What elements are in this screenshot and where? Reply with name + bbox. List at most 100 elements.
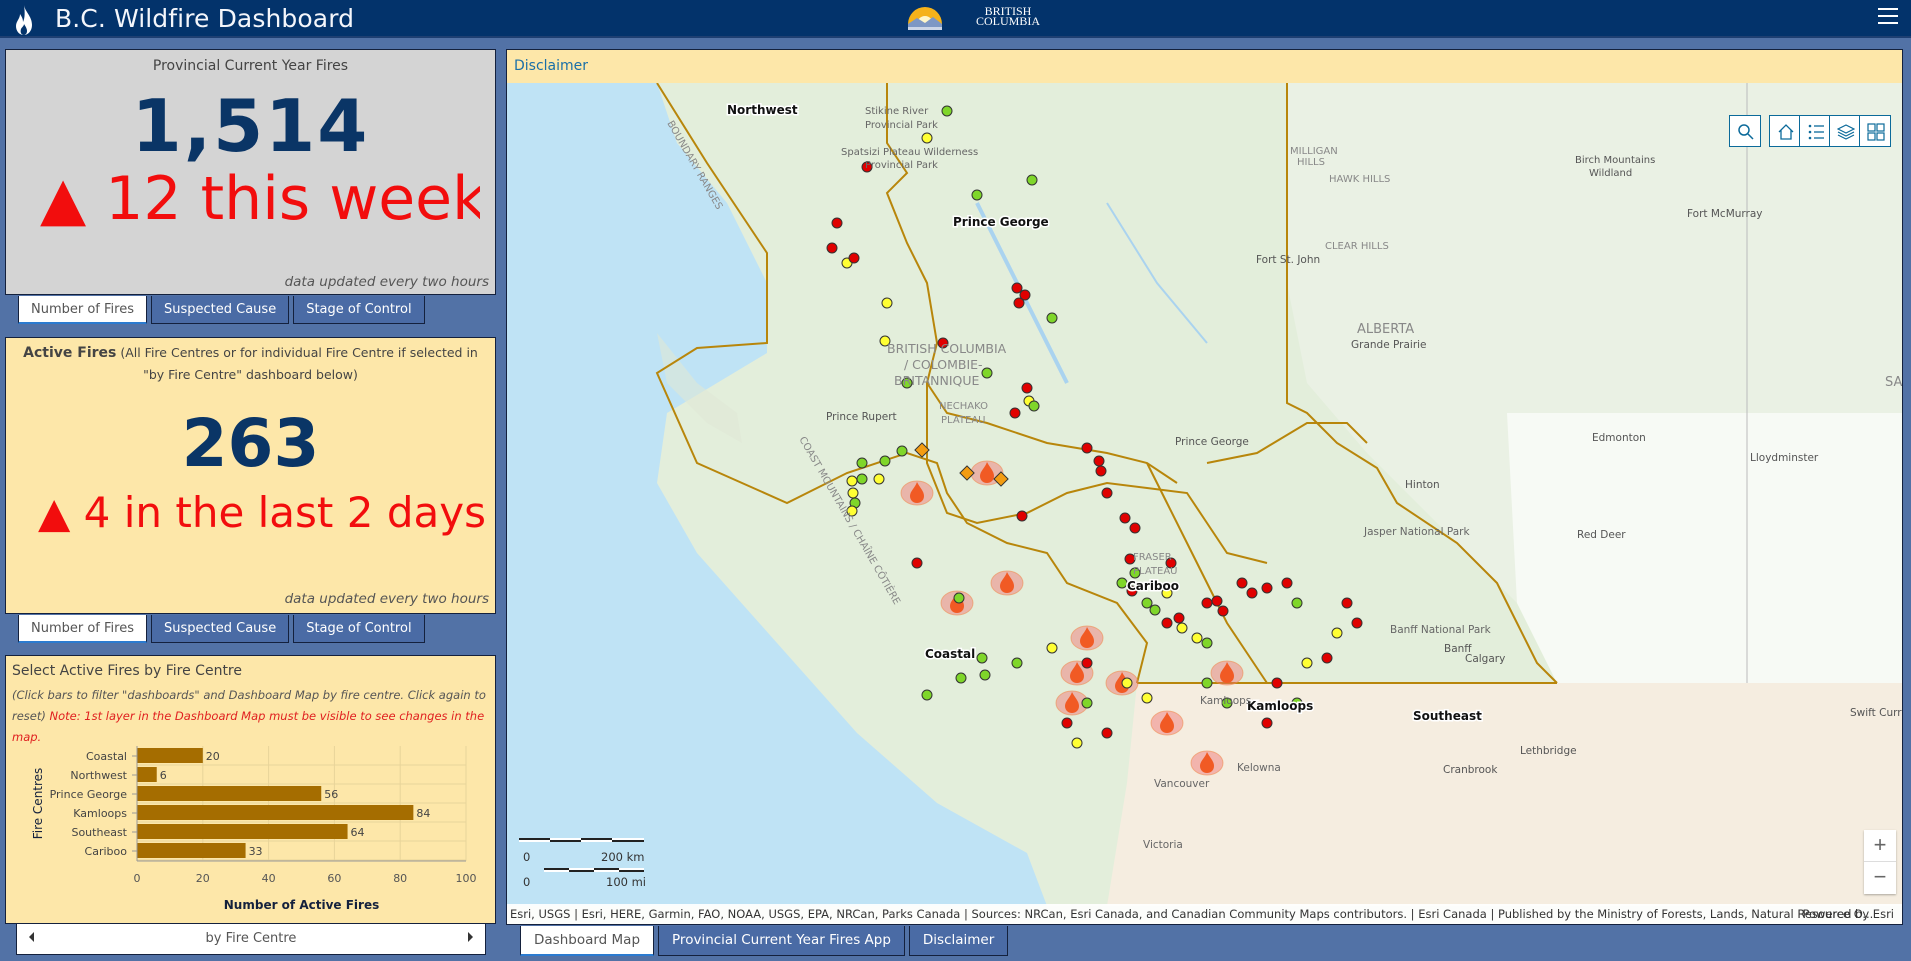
fire-point[interactable] [846,475,858,487]
category-label: Coastal [86,750,127,763]
fire-point[interactable] [921,132,933,144]
zoom-in-button[interactable]: + [1864,830,1896,862]
fire-point[interactable] [873,473,885,485]
fire-point[interactable] [1011,657,1023,669]
fire-point[interactable] [976,652,988,664]
bar-prince-george[interactable] [137,786,322,801]
tab-number-of-fires[interactable]: Number of Fires [18,296,147,324]
fire-point[interactable] [1173,612,1185,624]
fire-point[interactable] [1351,617,1363,629]
fire-point[interactable] [1061,717,1073,729]
fire-point[interactable] [1236,577,1248,589]
fire-point[interactable] [879,455,891,467]
bar-kamloops[interactable] [137,805,414,820]
fire-point[interactable] [1093,455,1105,467]
fire-point[interactable] [848,252,860,264]
fire-point[interactable] [955,672,967,684]
fire-point[interactable] [1119,512,1131,524]
fire-point[interactable] [1081,657,1093,669]
fire-point[interactable] [856,457,868,469]
bc-logo-text: BRITISH COLUMBIA [976,5,1040,27]
zoom-out-button[interactable]: − [1864,862,1896,894]
fire-point[interactable] [1201,637,1213,649]
home-tool[interactable] [1769,115,1801,147]
tab-suspected-cause[interactable]: Suspected Cause [151,296,290,324]
fire-point[interactable] [1129,522,1141,534]
carousel-next-arrow-icon[interactable] [468,932,473,942]
fire-point[interactable] [1281,577,1293,589]
fire-point[interactable] [1261,717,1273,729]
fire-point[interactable] [1016,510,1028,522]
search-tool[interactable] [1729,115,1761,147]
layers-tool[interactable] [1829,115,1861,147]
fire-point[interactable] [1101,487,1113,499]
fire-point[interactable] [1081,442,1093,454]
wildfire-map[interactable]: Northwest Prince George Cariboo Coastal Kaml… [507,83,1903,906]
fire-point[interactable] [1176,622,1188,634]
tab-dashboard-map[interactable]: Dashboard Map [520,926,655,956]
tab-stage-of-control[interactable]: Stage of Control [293,296,425,324]
fire-point[interactable] [1321,652,1333,664]
fire-point[interactable] [1246,587,1258,599]
fire-point[interactable] [1211,595,1223,607]
basemap-gallery-tool[interactable] [1859,115,1891,147]
fire-point[interactable] [1201,677,1213,689]
fire-point[interactable] [1271,677,1283,689]
bar-cariboo[interactable] [137,843,246,858]
fire-point[interactable] [1081,697,1093,709]
fire-point[interactable] [1301,657,1313,669]
fire-point[interactable] [1217,605,1229,617]
legend-tool[interactable] [1799,115,1831,147]
fire-point[interactable] [1141,597,1153,609]
fire-point[interactable] [1011,282,1023,294]
fire-point[interactable] [1046,642,1058,654]
fire-point[interactable] [1028,400,1040,412]
fire-point[interactable] [911,557,923,569]
fire-point[interactable] [1161,617,1173,629]
fire-point[interactable] [1116,577,1128,589]
tab-stage-of-control[interactable]: Stage of Control [293,615,425,643]
fire-point[interactable] [941,105,953,117]
fire-point[interactable] [1095,465,1107,477]
bar-northwest[interactable] [137,767,157,782]
fire-point[interactable] [971,189,983,201]
bar-coastal[interactable] [137,748,203,763]
hamburger-menu-icon[interactable] [1878,8,1898,26]
fire-point[interactable] [881,297,893,309]
tab-suspected-cause[interactable]: Suspected Cause [151,615,290,643]
fire-point[interactable] [1071,737,1083,749]
fire-point[interactable] [1021,382,1033,394]
place-label: Edmonton [1592,432,1646,444]
fire-point[interactable] [1026,174,1038,186]
fire-point[interactable] [1013,297,1025,309]
data-label: 33 [249,845,263,858]
fire-point[interactable] [856,473,868,485]
tab-disclaimer[interactable]: Disclaimer [908,926,1009,956]
fire-point[interactable] [826,242,838,254]
fire-point[interactable] [1331,627,1343,639]
fire-point[interactable] [1046,312,1058,324]
fire-point[interactable] [1141,692,1153,704]
bar-southeast[interactable] [137,824,348,839]
active-title-rest: (All Fire Centres or for individual Fire… [116,345,478,382]
powered-by-esri-link[interactable]: Powered by Esri [1803,904,1895,924]
fire-point[interactable] [1191,632,1203,644]
fire-point[interactable] [921,689,933,701]
fire-point[interactable] [1291,597,1303,609]
fire-point[interactable] [979,669,991,681]
fire-point[interactable] [847,487,859,499]
disclaimer-link[interactable]: Disclaimer [514,58,588,74]
fire-point[interactable] [1009,407,1021,419]
tab-provincial-current-year-fires-app[interactable]: Provincial Current Year Fires App [658,926,905,956]
fire-point[interactable] [1101,727,1113,739]
fire-point[interactable] [1149,604,1161,616]
fire-point[interactable] [953,592,965,604]
fire-point[interactable] [981,367,993,379]
fire-point[interactable] [896,445,908,457]
fire-point[interactable] [1261,582,1273,594]
fire-point[interactable] [831,217,843,229]
fire-point[interactable] [1341,597,1353,609]
fire-point[interactable] [1121,677,1133,689]
tab-number-of-fires[interactable]: Number of Fires [18,615,147,643]
fire-point[interactable] [1201,597,1213,609]
